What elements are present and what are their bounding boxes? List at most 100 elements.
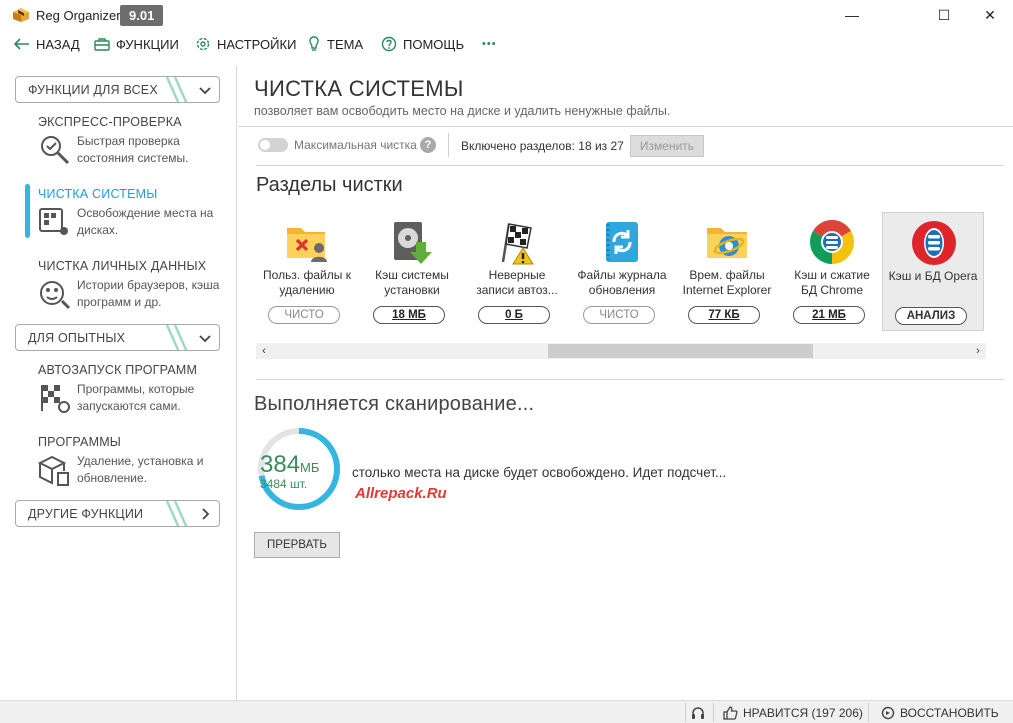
back-label: НАЗАД	[36, 36, 80, 52]
functions-label: ФУНКЦИИ	[116, 36, 179, 52]
like-count: НРАВИТСЯ (197 206)	[743, 705, 863, 720]
decorative-stripes-icon	[165, 325, 188, 350]
autorun-flags-icon	[501, 223, 534, 265]
update-log-icon	[606, 222, 638, 262]
section-card-label: Неверные записи автоз...	[476, 268, 558, 297]
headset-icon	[692, 706, 704, 719]
scan-file-count: 3484 шт.	[260, 477, 308, 491]
sections-title: Разделы чистки	[256, 174, 403, 196]
section-card-analyze-button[interactable]: АНАЛИЗ	[895, 307, 967, 325]
sidebar-item-express-check[interactable]: ЭКСПРЕСС-ПРОВЕРКА Быстрая проверка состо…	[38, 115, 228, 165]
chevron-down-icon	[199, 335, 211, 343]
section-card-label: Файлы журнала обновления	[577, 268, 667, 297]
lightbulb-icon	[309, 36, 319, 51]
help-circle-icon	[381, 36, 397, 52]
sidebar-item-title: ЭКСПРЕСС-ПРОВЕРКА	[38, 115, 182, 129]
section-card-status: ЧИСТО	[268, 306, 340, 324]
help-menu[interactable]: ПОМОЩЬ	[381, 35, 464, 53]
opera-cache-icon	[912, 221, 956, 265]
section-card-size-link[interactable]: 0 Б	[478, 306, 550, 324]
section-card-chrome-cache[interactable]: Кэш и сжатие БД Chrome 21 МБ	[781, 212, 883, 331]
scrollbar-thumb[interactable]	[548, 344, 813, 358]
section-card-label: Кэш и сжатие БД Chrome	[794, 268, 870, 297]
close-button[interactable]: ✕	[967, 0, 1013, 30]
back-button[interactable]: НАЗАД	[14, 35, 80, 53]
page-subtitle: позволяет вам освободить место на диске …	[254, 104, 671, 118]
group-functions-for-all[interactable]: ФУНКЦИИ ДЛЯ ВСЕХ	[15, 76, 220, 103]
sidebar-item-title: ЧИСТКА СИСТЕМЫ	[38, 187, 158, 201]
sidebar-item-desc: Освобождение места на дисках.	[77, 206, 214, 237]
divider	[448, 133, 449, 157]
scroll-right-button[interactable]: ›	[970, 343, 986, 359]
box-trash-icon	[38, 455, 69, 486]
section-card-size-link[interactable]: 21 МБ	[793, 306, 865, 324]
more-menu-button[interactable]: •••	[482, 35, 497, 53]
menu-bar: НАЗАД ФУНКЦИИ НАСТРОЙКИ ТЕМА ПОМОЩЬ •••	[0, 30, 1013, 58]
max-clean-label: Максимальная чистка	[294, 138, 417, 152]
disk-cleanup-icon	[39, 208, 68, 235]
functions-menu[interactable]: ФУНКЦИИ	[94, 35, 179, 53]
sidebar-item-title: ЧИСТКА ЛИЧНЫХ ДАННЫХ	[38, 259, 207, 273]
reg-organizer-logo-icon	[13, 8, 29, 22]
like-button[interactable]: НРАВИТСЯ (197 206)	[723, 705, 863, 720]
max-clean-toggle[interactable]	[258, 138, 288, 152]
title-bar: Reg Organizer 9.01 — ☐ ✕	[0, 0, 1013, 30]
sidebar-item-private-data-cleanup[interactable]: ЧИСТКА ЛИЧНЫХ ДАННЫХ Истории браузеров, …	[38, 259, 228, 310]
horizontal-scrollbar[interactable]: ‹ ›	[256, 343, 986, 359]
sidebar-item-system-cleanup[interactable]: ЧИСТКА СИСТЕМЫ Освобождение места на дис…	[38, 187, 228, 237]
scan-size-value: 384МБ	[260, 451, 320, 478]
decorative-stripes-icon	[165, 77, 188, 102]
page-title: ЧИСТКА СИСТЕМЫ	[254, 76, 464, 101]
section-card-ie-temp[interactable]: Врем. файлы Internet Explorer 77 КБ	[676, 212, 778, 331]
sidebar-item-programs[interactable]: ПРОГРАММЫ Удаление, установка и обновлен…	[38, 435, 228, 486]
sidebar-item-autorun[interactable]: АВТОЗАПУСК ПРОГРАММ Программы, которые з…	[38, 363, 228, 413]
arrow-left-icon	[14, 38, 29, 50]
section-card-label: Польз. файлы к удалению	[263, 268, 351, 297]
app-version-badge: 9.01	[120, 5, 164, 26]
stop-scan-button[interactable]: ПРЕРВАТЬ	[254, 532, 340, 558]
section-card-update-logs[interactable]: Файлы журнала обновления ЧИСТО	[571, 212, 673, 331]
settings-menu[interactable]: НАСТРОЙКИ	[195, 35, 296, 53]
sidebar-item-title: АВТОЗАПУСК ПРОГРАММ	[38, 363, 198, 377]
divider	[685, 703, 686, 722]
section-card-label: Кэш и БД Opera	[888, 269, 978, 283]
enabled-sections-count: Включено разделов: 18 из 27	[461, 139, 624, 153]
group-label: ФУНКЦИИ ДЛЯ ВСЕХ	[28, 83, 158, 97]
divider	[256, 379, 1004, 380]
support-button[interactable]	[691, 705, 705, 720]
sidebar-item-title: ПРОГРАММЫ	[38, 435, 122, 449]
restore-button[interactable]: ВОССТАНОВИТЬ	[881, 705, 999, 720]
sidebar-item-desc: Быстрая проверка состояния системы.	[77, 134, 189, 165]
user-files-icon	[287, 228, 327, 262]
scroll-left-button[interactable]: ‹	[256, 343, 272, 359]
section-card-user-files[interactable]: Польз. файлы к удалению ЧИСТО	[256, 212, 358, 331]
group-advanced[interactable]: ДЛЯ ОПЫТНЫХ	[15, 324, 220, 351]
cleanup-sections-carousel: Польз. файлы к удалению ЧИСТО Кэш системы…	[256, 212, 986, 332]
help-icon[interactable]: ?	[420, 137, 436, 153]
theme-menu[interactable]: ТЕМА	[307, 35, 363, 53]
private-data-icon	[40, 281, 71, 310]
group-other-functions[interactable]: ДРУГИЕ ФУНКЦИИ	[15, 500, 220, 527]
installer-cache-icon	[394, 222, 432, 264]
restore-label: ВОССТАНОВИТЬ	[900, 705, 999, 720]
maximize-button[interactable]: ☐	[921, 0, 967, 30]
section-card-label: Кэш системы установки	[375, 268, 449, 297]
sidebar-item-desc: Программы, которые запускаются сами.	[77, 382, 195, 413]
section-card-installer-cache[interactable]: Кэш системы установки 18 МБ	[361, 212, 463, 331]
section-card-size-link[interactable]: 77 КБ	[688, 306, 760, 324]
watermark-text: Allrepack.Ru	[355, 485, 447, 502]
chevron-right-icon	[202, 508, 210, 520]
change-button[interactable]: Изменить	[630, 135, 704, 157]
chrome-cache-icon	[810, 220, 854, 264]
thumbs-up-icon	[723, 705, 738, 720]
section-card-autorun-entries[interactable]: Неверные записи автоз... 0 Б	[466, 212, 568, 331]
section-card-status: ЧИСТО	[583, 306, 655, 324]
scan-message: столько места на диске будет освобождено…	[352, 465, 727, 480]
sidebar-item-desc: Удаление, установка и обновление.	[77, 454, 204, 485]
section-card-opera-cache[interactable]: Кэш и БД Opera АНАЛИЗ	[882, 212, 984, 331]
main-panel: ЧИСТКА СИСТЕМЫ позволяет вам освободить …	[238, 66, 1013, 700]
divider	[713, 703, 714, 722]
minimize-button[interactable]: —	[829, 0, 875, 30]
section-card-label: Врем. файлы Internet Explorer	[682, 268, 772, 297]
section-card-size-link[interactable]: 18 МБ	[373, 306, 445, 324]
